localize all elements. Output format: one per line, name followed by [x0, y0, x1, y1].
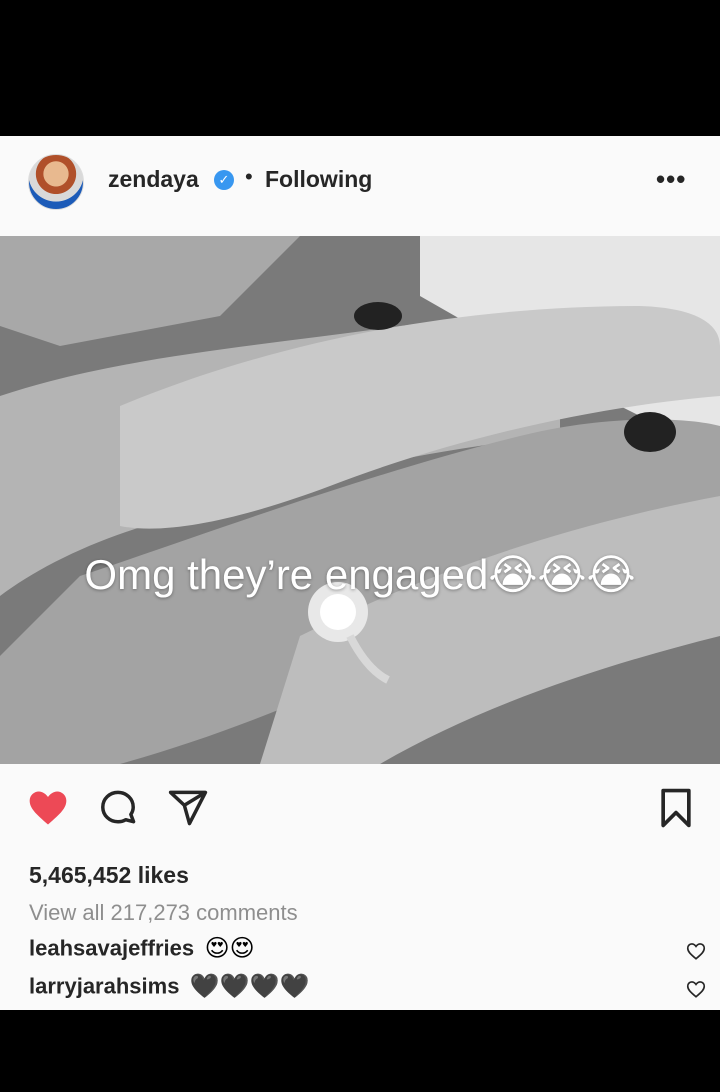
header-separator: • — [245, 164, 253, 189]
hands-photo-illustration — [0, 236, 720, 764]
comment-text: 🖤🖤🖤🖤 — [189, 973, 310, 1000]
bottom-letterbox — [0, 1010, 720, 1092]
post-header: zendaya ✓ • Following ••• — [0, 136, 720, 236]
comment-like-heart-icon[interactable] — [685, 978, 707, 1000]
comment-username[interactable]: leahsavajeffries — [29, 936, 194, 961]
comment-text: 😍😍 — [204, 935, 255, 962]
more-options-icon[interactable]: ••• — [656, 164, 686, 195]
avatar[interactable] — [28, 154, 84, 210]
following-button[interactable]: Following — [265, 166, 372, 193]
heart-filled-icon[interactable] — [26, 786, 70, 830]
comment-username[interactable]: larryjarahsims — [29, 974, 179, 999]
view-all-comments-link[interactable]: View all 217,273 comments — [29, 900, 298, 926]
post-actions — [0, 764, 720, 864]
instagram-post: zendaya ✓ • Following ••• Omg they’re en… — [0, 136, 720, 1010]
bookmark-icon[interactable] — [654, 786, 698, 830]
send-icon[interactable] — [166, 786, 210, 830]
comment-icon[interactable] — [96, 786, 140, 830]
photo-overlay-caption: Omg they’re engaged😭😭😭 — [84, 551, 636, 598]
comment-like-heart-icon[interactable] — [685, 940, 707, 962]
likes-count[interactable]: 5,465,452 likes — [29, 862, 189, 889]
comment-row: larryjarahsims 🖤🖤🖤🖤 — [29, 972, 706, 1006]
post-username[interactable]: zendaya — [108, 166, 199, 193]
comment-row: leahsavajeffries 😍😍 — [29, 934, 706, 968]
post-photo[interactable]: Omg they’re engaged😭😭😭 — [0, 236, 720, 764]
top-letterbox — [0, 0, 720, 136]
verified-badge-icon: ✓ — [214, 170, 234, 190]
